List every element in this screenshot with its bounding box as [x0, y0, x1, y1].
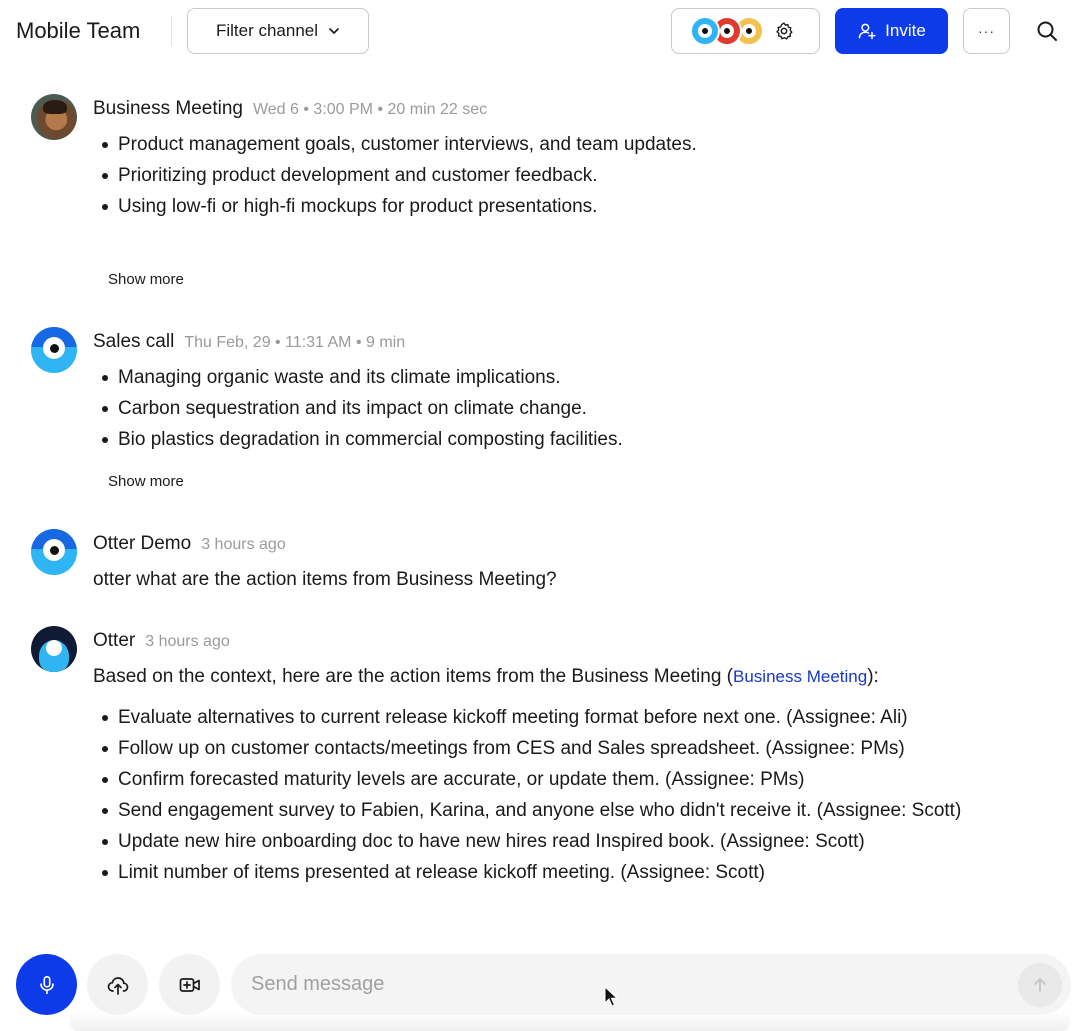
action-items-list: Evaluate alternatives to current release…: [102, 702, 1008, 888]
invite-button[interactable]: Invite: [835, 8, 948, 54]
member-avatar: [690, 16, 720, 46]
list-item: Send engagement survey to Fabien, Karina…: [102, 795, 1008, 826]
list-item: Product management goals, customer inter…: [102, 129, 698, 160]
add-user-icon: [858, 23, 876, 40]
microphone-icon: [39, 975, 54, 994]
avatar: [31, 327, 77, 373]
meeting-link[interactable]: Business Meeting: [733, 667, 867, 686]
header-divider: [171, 16, 172, 46]
message-input[interactable]: [231, 954, 1071, 1015]
more-options-label: ···: [978, 23, 995, 39]
message-header: Sales call Thu Feb, 29 • 11:31 AM • 9 mi…: [93, 331, 405, 353]
summary-list: Product management goals, customer inter…: [102, 129, 698, 222]
mouse-pointer-icon: [604, 986, 618, 1007]
search-icon[interactable]: [1034, 18, 1060, 44]
list-item: Follow up on customer contacts/meetings …: [102, 733, 1008, 764]
video-meeting-button[interactable]: [159, 954, 220, 1015]
more-options-button[interactable]: ···: [963, 8, 1010, 54]
send-button[interactable]: [1018, 963, 1062, 1007]
arrow-up-icon: [1034, 978, 1046, 992]
message-header: Business Meeting Wed 6 • 3:00 PM • 20 mi…: [93, 98, 487, 120]
message-text-after: ):: [867, 666, 879, 687]
record-button[interactable]: [16, 954, 77, 1015]
list-item: Carbon sequestration and its impact on c…: [102, 393, 738, 424]
list-item: Managing organic waste and its climate i…: [102, 362, 738, 393]
message-meta: Thu Feb, 29 • 11:31 AM • 9 min: [184, 334, 406, 351]
channel-members-button[interactable]: [671, 8, 820, 54]
sender-name: Otter Demo: [93, 533, 192, 554]
upload-button[interactable]: [87, 954, 148, 1015]
list-item: Bio plastics degradation in commercial c…: [102, 424, 738, 455]
list-item: Update new hire onboarding doc to have n…: [102, 826, 1008, 857]
list-item: Confirm forecasted maturity levels are a…: [102, 764, 1008, 795]
avatar: [31, 529, 77, 575]
show-more-link[interactable]: Show more: [108, 271, 184, 288]
message-text: Based on the context, here are the actio…: [93, 661, 879, 692]
video-add-icon: [179, 977, 200, 992]
filter-channel-button[interactable]: Filter channel: [187, 8, 369, 54]
message-text: otter what are the action items from Bus…: [93, 569, 557, 590]
list-item: Limit number of items presented at relea…: [102, 857, 1008, 888]
cloud-upload-icon: [107, 976, 128, 995]
message-header: Otter 3 hours ago: [93, 630, 230, 652]
summary-list: Managing organic waste and its climate i…: [102, 362, 738, 455]
list-item: Using low-fi or high-fi mockups for prod…: [102, 191, 698, 222]
list-item: Evaluate alternatives to current release…: [102, 702, 1008, 733]
sender-name: Business Meeting: [93, 98, 243, 119]
filter-channel-label: Filter channel: [215, 21, 319, 40]
channel-header: Mobile Team Filter channel Invite ···: [0, 0, 1080, 62]
avatar: [31, 94, 77, 140]
avatar: [31, 626, 77, 672]
invite-label: Invite: [885, 21, 926, 40]
gear-icon: [776, 22, 793, 40]
show-more-link[interactable]: Show more: [108, 473, 184, 490]
channel-title: Mobile Team: [16, 18, 141, 43]
message-text-before: Based on the context, here are the actio…: [93, 666, 734, 687]
sender-name: Otter: [93, 630, 136, 651]
sender-name: Sales call: [93, 331, 175, 352]
message-header: Otter Demo 3 hours ago: [93, 533, 286, 555]
list-item: Prioritizing product development and cus…: [102, 160, 698, 191]
message-meta: Wed 6 • 3:00 PM • 20 min 22 sec: [252, 101, 488, 118]
message-meta: 3 hours ago: [201, 536, 286, 553]
message-meta: 3 hours ago: [145, 633, 230, 650]
chevron-down-icon: [329, 28, 339, 34]
